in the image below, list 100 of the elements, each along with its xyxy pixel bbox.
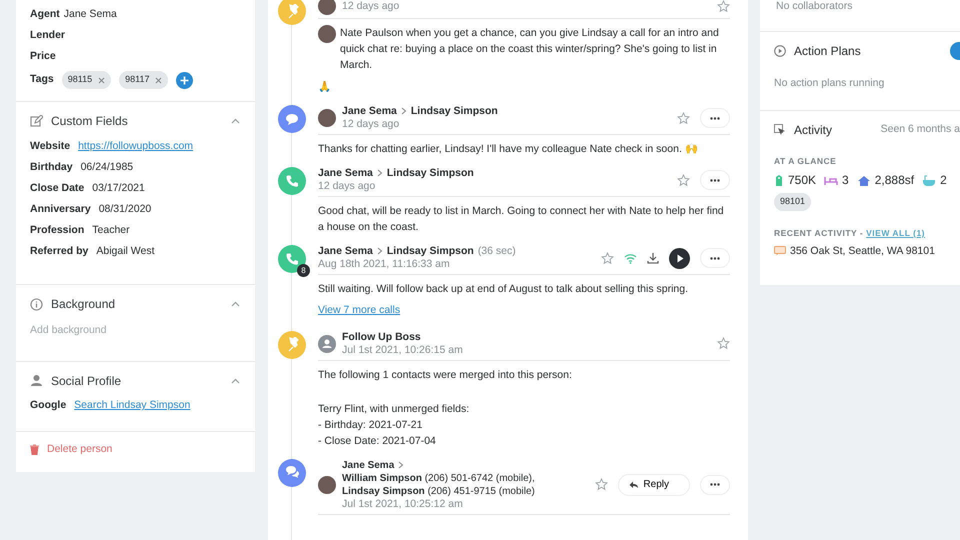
collapse-icon[interactable] — [230, 300, 241, 308]
field-label: Close Date — [30, 180, 84, 196]
field-link[interactable]: https://followupboss.com — [78, 138, 194, 154]
section-title: Background — [51, 296, 116, 313]
cursor-icon — [774, 124, 786, 136]
field-label: Lender — [30, 28, 66, 43]
view-all-link[interactable]: VIEW ALL (1) — [866, 228, 926, 238]
message-text: Terry Flint, with unmerged fields: - Birthday: 2021-07-21 - Close Date: 2021-07-04 — [318, 402, 470, 449]
field-value: Abigail West — [96, 244, 155, 259]
field-label: Anniversary — [30, 202, 91, 217]
stat-value: 750K — [788, 172, 816, 190]
play-circle-icon — [774, 44, 786, 57]
timestamp: Jul 1st 2021, 10:26:15 am — [342, 344, 464, 357]
info-icon — [30, 298, 43, 310]
field-label: Website — [30, 138, 70, 154]
activity-item[interactable]: 356 Oak St, Seattle, WA 98101 — [790, 244, 935, 260]
more-button[interactable] — [700, 248, 730, 268]
more-button[interactable] — [700, 108, 730, 128]
wifi-icon — [624, 252, 637, 264]
field-label: Birthday — [30, 160, 73, 175]
more-icon — [710, 256, 720, 260]
field-value: Jane Sema — [64, 6, 117, 22]
more-button[interactable] — [700, 474, 730, 495]
count-badge: 8 — [297, 264, 310, 277]
tag-chip[interactable]: 98117 — [119, 71, 168, 89]
field-label: Referred by — [30, 244, 88, 259]
timestamp: Aug 18th 2021, 11:16:33 am — [318, 258, 451, 271]
chevron-right-icon — [398, 461, 404, 470]
stat-value: 3 — [842, 172, 849, 190]
view-more-link[interactable]: View 7 more calls — [318, 304, 400, 316]
caption: AT A GLANCE — [774, 154, 838, 168]
sender-name: Jane Sema — [342, 105, 397, 117]
reply-button[interactable]: Reply — [618, 474, 690, 496]
speech-bubble-icon — [284, 112, 300, 126]
star-icon[interactable] — [595, 478, 608, 492]
collapse-icon[interactable] — [230, 376, 241, 385]
more-button[interactable] — [700, 170, 730, 190]
field-value: Teacher — [92, 222, 130, 238]
avatar — [318, 476, 336, 494]
more-icon — [710, 178, 720, 182]
star-icon[interactable] — [677, 112, 690, 124]
bathtub-icon — [922, 174, 936, 187]
message-text: Thanks for chatting earlier, Lindsay! I'll have my colleague Nate check in soon. 🙌 — [318, 142, 699, 157]
empty-text: No action plans running — [774, 76, 886, 91]
trash-icon — [30, 444, 39, 456]
speech-bubbles-icon — [284, 465, 300, 480]
reply-arrow-icon — [629, 480, 640, 490]
section-title: Activity — [794, 122, 832, 138]
collapse-icon[interactable] — [230, 117, 241, 125]
avatar — [318, 109, 336, 127]
sender-name: Jane Sema — [342, 460, 394, 471]
field-label: Tags — [30, 72, 54, 88]
delete-link[interactable]: Delete person — [47, 442, 112, 458]
field-link[interactable]: Search Lindsay Simpson — [74, 398, 190, 414]
recipient-name: Lindsay Simpson (206) 451-9715 (mobile) — [342, 486, 535, 497]
field-value: 03/17/2021 — [92, 180, 145, 196]
tag-chip[interactable]: 98101 — [774, 193, 812, 211]
edit-icon — [30, 114, 43, 128]
user-avatar-icon — [318, 334, 336, 353]
section-title: Action Plans — [794, 42, 861, 60]
star-icon[interactable] — [717, 337, 730, 350]
message-text: 🙏 — [318, 80, 332, 95]
message-text: Still waiting. Will follow back up at end of August to talk about selling this spring. — [318, 282, 690, 297]
remove-icon[interactable] — [98, 76, 106, 84]
more-icon — [710, 483, 720, 486]
recipient-name: Lindsay Simpson — [410, 105, 498, 117]
section-title: Custom Fields — [51, 113, 128, 130]
sender-name: Jane Sema — [318, 245, 373, 257]
download-icon[interactable] — [647, 252, 659, 264]
play-icon[interactable] — [669, 248, 690, 268]
star-icon[interactable] — [677, 174, 690, 186]
message-text: The following 1 contacts were merged into this person: — [318, 368, 573, 383]
star-icon[interactable] — [717, 0, 730, 12]
add-icon[interactable] — [176, 72, 194, 88]
stat-value: 2 — [940, 172, 947, 190]
tag-chip[interactable]: 98115 — [62, 71, 112, 89]
star-icon[interactable] — [601, 252, 614, 264]
chevron-right-icon — [376, 169, 383, 178]
phone-icon — [284, 252, 300, 266]
timestamp: 12 days ago — [318, 180, 376, 193]
phone-icon — [284, 174, 300, 188]
sender-name: Jane Sema — [318, 167, 373, 179]
field-label: Agent — [30, 6, 60, 22]
stat-value: 2,888sf — [874, 172, 914, 190]
chevron-right-icon — [376, 247, 383, 256]
recipient-name: Lindsay Simpson — [386, 167, 474, 179]
remove-icon[interactable] — [155, 76, 162, 84]
sender-name: Follow Up Boss — [342, 330, 421, 343]
background-field[interactable]: Add background — [30, 319, 241, 347]
person-icon — [30, 374, 43, 388]
last-seen-text: Seen 6 months a — [880, 122, 960, 137]
chevron-right-icon — [400, 107, 407, 116]
recipient-name: Lindsay Simpson — [386, 245, 474, 257]
call-duration: (36 sec) — [478, 245, 516, 257]
field-label: Price — [30, 48, 56, 64]
avatar — [318, 0, 336, 15]
price-tag-icon — [774, 174, 784, 187]
message-text: Nate Paulson when you get a chance, can you give Lindsay a call for an intro and quick chat re: buying a place on the coast this winter/spring? She's going to list in March. — [340, 26, 720, 73]
field-label: Google — [30, 398, 66, 414]
message-icon — [774, 246, 786, 256]
